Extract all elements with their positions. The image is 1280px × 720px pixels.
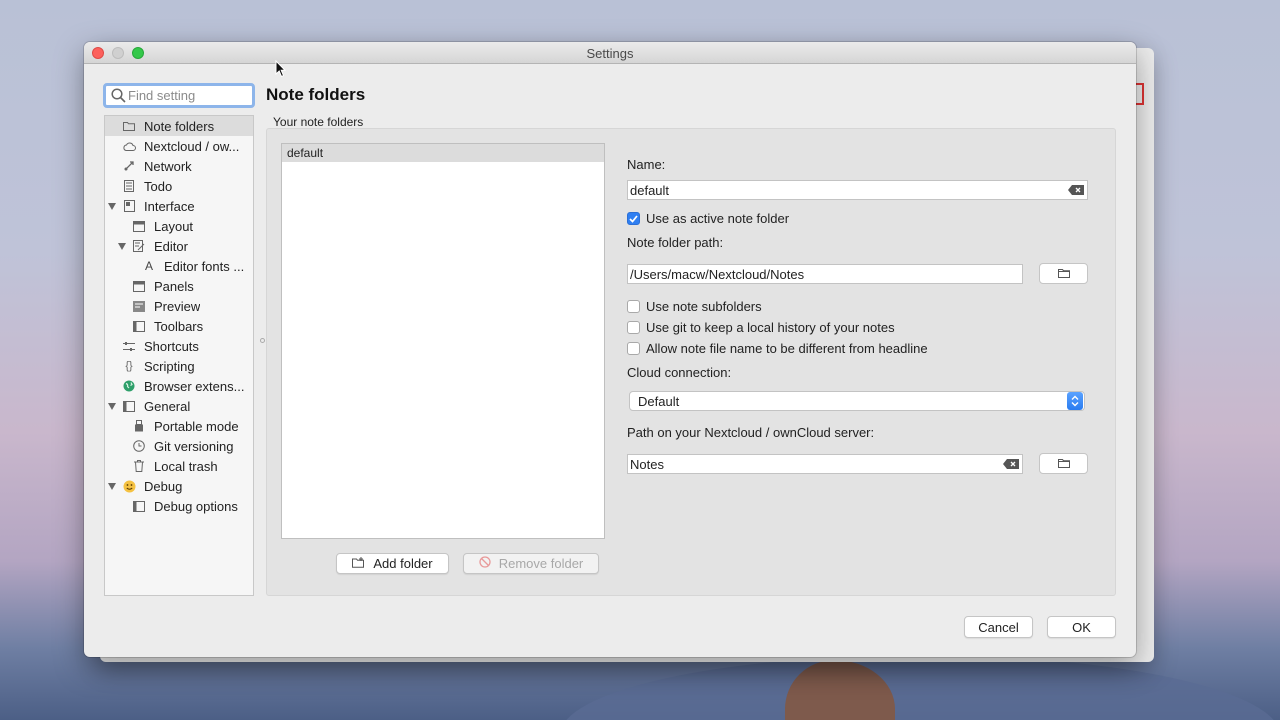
usb-icon: [132, 419, 146, 433]
list-item[interactable]: default: [282, 144, 604, 162]
ok-button[interactable]: OK: [1047, 616, 1116, 638]
toolbars-icon: [132, 319, 146, 333]
sidebar-item-debug[interactable]: Debug: [105, 476, 253, 496]
settings-tree[interactable]: Note folders Nextcloud / ow... Network T…: [104, 115, 254, 596]
sidebar-item-nextcloud[interactable]: Nextcloud / ow...: [105, 136, 253, 156]
sidebar-item-interface[interactable]: Interface: [105, 196, 253, 216]
note-folder-list[interactable]: default: [281, 143, 605, 539]
trash-icon: [132, 459, 146, 473]
globe-icon: [122, 379, 136, 393]
debug-options-icon: [132, 499, 146, 513]
search-box[interactable]: [103, 83, 255, 108]
sidebar-item-debug-options[interactable]: Debug options: [105, 496, 253, 516]
braces-icon: {}: [125, 360, 133, 372]
sidebar-item-browser-extension[interactable]: Browser extens...: [105, 376, 253, 396]
page-title: Note folders: [266, 85, 366, 104]
add-folder-button[interactable]: Add folder: [336, 553, 449, 574]
note-folder-path-field[interactable]: /Users/macw/Nextcloud/Notes: [627, 264, 1023, 284]
sidebar-item-portable-mode[interactable]: Portable mode: [105, 416, 253, 436]
interface-icon: [122, 199, 136, 213]
splitter-handle[interactable]: [260, 338, 265, 343]
sidebar-item-preview[interactable]: Preview: [105, 296, 253, 316]
sidebar-item-note-folders[interactable]: Note folders: [105, 116, 253, 136]
panels-icon: [132, 279, 146, 293]
search-icon: [108, 88, 128, 103]
expand-arrow-icon[interactable]: [108, 203, 116, 210]
checkbox-checked[interactable]: [627, 212, 640, 225]
sidebar-item-layout[interactable]: Layout: [105, 216, 253, 236]
sidebar-item-editor-fonts[interactable]: A Editor fonts ...: [105, 256, 253, 276]
sidebar-item-scripting[interactable]: {} Scripting: [105, 356, 253, 376]
cloud-connection-select[interactable]: Default: [629, 391, 1085, 411]
sidebar-item-git-versioning[interactable]: Git versioning: [105, 436, 253, 456]
sidebar-item-general[interactable]: General: [105, 396, 253, 416]
title-bar[interactable]: Settings: [84, 42, 1136, 64]
name-field[interactable]: default: [627, 180, 1088, 200]
checkbox[interactable]: [627, 342, 640, 355]
smiley-icon: [122, 479, 136, 493]
editor-icon: [132, 239, 146, 253]
cloud-connection-label: Cloud connection:: [627, 365, 732, 380]
active-folder-checkbox[interactable]: Use as active note folder: [627, 211, 789, 226]
clock-icon: [132, 439, 146, 453]
git-history-checkbox[interactable]: Use git to keep a local history of your …: [627, 320, 895, 335]
general-icon: [122, 399, 136, 413]
checkbox[interactable]: [627, 300, 640, 313]
server-path-field[interactable]: Notes: [627, 454, 1023, 474]
todo-list-icon: [122, 179, 136, 193]
prohibited-icon: [479, 556, 491, 571]
sidebar-item-todo[interactable]: Todo: [105, 176, 253, 196]
shortcuts-icon: [122, 339, 136, 353]
filename-headline-checkbox[interactable]: Allow note file name to be different fro…: [627, 341, 928, 356]
sidebar-item-toolbars[interactable]: Toolbars: [105, 316, 253, 336]
sidebar-item-editor[interactable]: Editor: [105, 236, 253, 256]
clear-text-icon[interactable]: [1065, 185, 1087, 195]
cancel-button[interactable]: Cancel: [964, 616, 1033, 638]
network-icon: [122, 159, 136, 173]
remove-folder-button[interactable]: Remove folder: [463, 553, 599, 574]
sidebar-item-local-trash[interactable]: Local trash: [105, 456, 253, 476]
font-icon: A: [144, 259, 153, 273]
sidebar-item-panels[interactable]: Panels: [105, 276, 253, 296]
expand-arrow-icon[interactable]: [118, 243, 126, 250]
select-chevron-icon: [1067, 392, 1083, 410]
checkbox[interactable]: [627, 321, 640, 334]
name-label: Name:: [627, 157, 666, 172]
folder-icon: [122, 119, 136, 133]
desktop-hills: [560, 655, 1280, 720]
settings-window: Settings Note folders Nextcloud / ow... …: [84, 42, 1136, 657]
layout-icon: [132, 219, 146, 233]
browse-folder-button[interactable]: [1039, 263, 1088, 284]
folder-icon: [1057, 456, 1070, 471]
server-path-label: Path on your Nextcloud / ownCloud server…: [627, 425, 875, 440]
sidebar-item-shortcuts[interactable]: Shortcuts: [105, 336, 253, 356]
expand-arrow-icon[interactable]: [108, 403, 116, 410]
browse-server-path-button[interactable]: [1039, 453, 1088, 474]
window-title: Settings: [586, 46, 634, 61]
clear-text-icon[interactable]: [1000, 459, 1022, 469]
folder-icon: [1057, 266, 1070, 281]
mouse-cursor-icon: [275, 60, 287, 78]
add-folder-icon: [352, 556, 365, 571]
cloud-icon: [122, 139, 136, 153]
preview-icon: [132, 299, 146, 313]
expand-arrow-icon[interactable]: [108, 483, 116, 490]
group-label: Your note folders: [273, 115, 364, 129]
search-input[interactable]: [128, 88, 248, 103]
sidebar-item-network[interactable]: Network: [105, 156, 253, 176]
path-label: Note folder path:: [627, 235, 724, 250]
subfolders-checkbox[interactable]: Use note subfolders: [627, 299, 762, 314]
